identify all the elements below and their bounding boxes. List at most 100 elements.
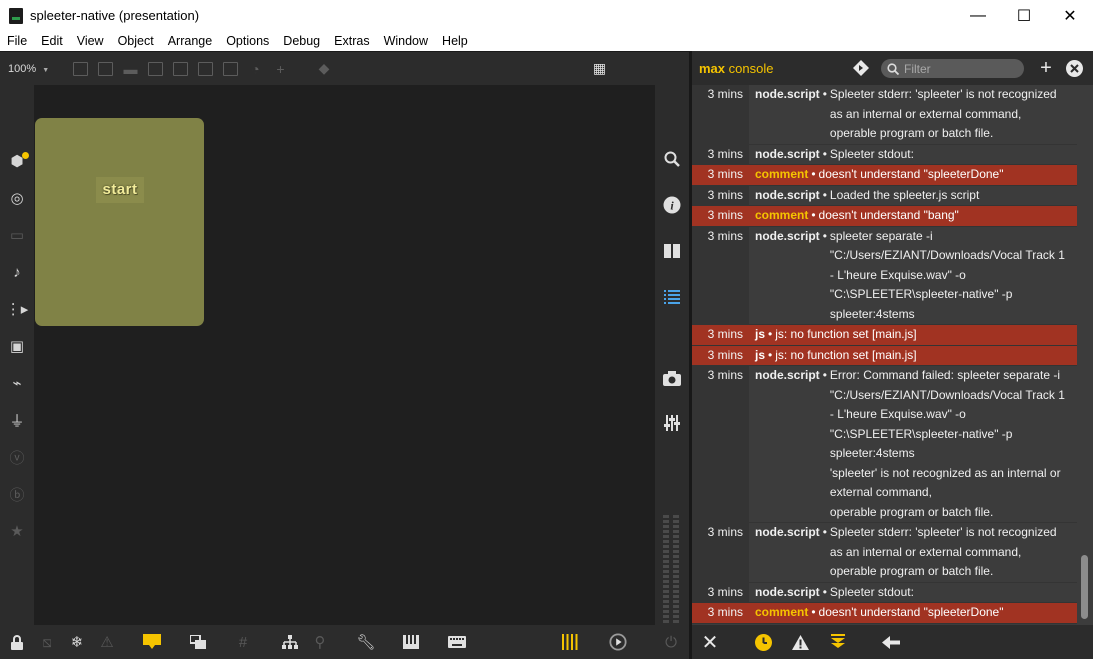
menu-object[interactable]: Object <box>111 34 161 48</box>
filter-input[interactable] <box>904 61 1014 76</box>
patcher-toolbar: 100% ▼ ▬ ◔ + ◆ ▦ <box>0 51 689 85</box>
console-row[interactable]: 3 mins node.script • Loaded the spleeter.js… <box>692 185 1077 206</box>
number-object-icon[interactable] <box>197 60 215 78</box>
close-button[interactable]: ✕ <box>1047 0 1093 31</box>
book-icon[interactable] <box>662 241 682 261</box>
target-icon[interactable]: ◎ <box>8 189 26 207</box>
message-text: js: no function set [main.js] <box>775 347 917 362</box>
message-separator: • <box>811 167 816 181</box>
music-note-icon[interactable]: ♪ <box>8 263 26 281</box>
info-icon[interactable]: i <box>662 195 682 215</box>
start-button[interactable]: start <box>96 177 144 203</box>
power-icon[interactable]: ⏻ <box>662 633 680 651</box>
paperclip-icon[interactable]: ⌁ <box>8 374 26 392</box>
paint-bucket-icon[interactable]: ◆ <box>315 60 333 78</box>
diamond-nav-icon[interactable] <box>852 59 870 77</box>
menu-edit[interactable]: Edit <box>34 34 70 48</box>
presentation-toggle-icon[interactable]: ⧅ <box>38 633 56 651</box>
console-row[interactable]: 3 mins node.script • Spleeter stdout: <box>692 144 1077 165</box>
mixer-bars-icon[interactable] <box>561 633 579 651</box>
console-row[interactable]: 3 mins node.script • Spleeter stderr: 'sple… <box>692 85 1077 145</box>
back-arrow-icon[interactable] <box>882 633 900 651</box>
grid-view-icon[interactable]: ▦ <box>591 60 609 78</box>
mixer-icon[interactable] <box>662 413 682 433</box>
menu-help[interactable]: Help <box>435 34 475 48</box>
console-row[interactable]: 3 mins node.script • Error: Command failed:… <box>692 366 1077 523</box>
menu-options[interactable]: Options <box>219 34 276 48</box>
windows-icon[interactable] <box>189 633 207 651</box>
menu-file[interactable]: File <box>0 34 34 48</box>
maximize-button[interactable]: ☐ <box>1001 0 1047 31</box>
menu-arrange[interactable]: Arrange <box>161 34 219 48</box>
console-error-row[interactable]: 3 mins comment • doesn't understand "bang" <box>692 206 1077 227</box>
message-body: comment • doesn't understand "bang" <box>749 206 1077 226</box>
playlist-icon[interactable]: ⋮▸ <box>6 300 29 318</box>
console-scrollbar-thumb[interactable] <box>1081 555 1088 619</box>
message-object-icon[interactable] <box>97 60 115 78</box>
message-body: node.script • Spleeter stderr: 'spleeter' … <box>749 85 1077 144</box>
transport-play-icon[interactable] <box>609 633 627 651</box>
console-scrollbar[interactable] <box>1078 85 1093 625</box>
console-error-row[interactable]: 3 mins comment • doesn't understand "spleet… <box>692 603 1077 624</box>
add-icon[interactable]: + <box>1037 57 1055 79</box>
image-icon[interactable]: ▣ <box>8 337 26 355</box>
toggle-object-icon[interactable] <box>147 60 165 78</box>
dial-object-icon[interactable]: ◔ <box>247 60 265 78</box>
console-row[interactable]: 3 mins node.script • Spleeter stderr: 'sple… <box>692 523 1077 583</box>
menu-extras[interactable]: Extras <box>327 34 376 48</box>
beap-icon[interactable]: ⓑ <box>8 485 26 504</box>
vizzie-icon[interactable]: ⓥ <box>8 448 26 467</box>
scroll-to-bottom-icon[interactable] <box>829 633 847 651</box>
wrench-icon[interactable]: 🔧︎ <box>356 633 375 651</box>
console-list-icon[interactable] <box>662 287 682 307</box>
camera-icon[interactable] <box>662 368 682 388</box>
message-timestamp: 3 mins <box>692 325 749 345</box>
search-icon <box>886 62 900 76</box>
console-error-row[interactable]: 3 mins comment • doesn't understand "spleet… <box>692 165 1077 186</box>
message-separator: • <box>768 347 773 362</box>
message-timestamp: 3 mins <box>692 185 749 205</box>
comment-object-icon[interactable]: ▬ <box>122 60 140 78</box>
plug-icon[interactable]: ⏚ <box>8 411 26 430</box>
filter-field[interactable] <box>881 59 1024 78</box>
bottom-toolbar: ⧅ ❄ ⚠ # ⚲ 🔧︎ ⏻ <box>0 625 689 659</box>
right-sidebar: i <box>655 85 689 625</box>
panel-object-icon[interactable] <box>72 60 90 78</box>
console-row[interactable]: 3 mins node.script • spleeter separate -i "… <box>692 226 1077 325</box>
debug-probe-icon[interactable]: ⚲ <box>311 633 329 651</box>
menu-window[interactable]: Window <box>377 34 435 48</box>
star-icon[interactable]: ★ <box>8 522 26 540</box>
clear-icon[interactable]: ✕ <box>701 632 719 654</box>
console-row[interactable]: 3 mins node.script • Spleeter stdout: <box>692 582 1077 603</box>
hierarchy-icon[interactable] <box>281 633 299 651</box>
slider-object-icon[interactable] <box>222 60 240 78</box>
message-text: doesn't understand "spleeterDone" <box>818 167 1004 181</box>
zoom-dropdown[interactable]: 100% ▼ <box>8 63 68 75</box>
keyboard-icon[interactable] <box>448 633 466 651</box>
piano-keys-icon[interactable] <box>402 633 420 651</box>
menu-debug[interactable]: Debug <box>276 34 327 48</box>
message-separator: • <box>822 187 827 202</box>
bus-icon[interactable]: ▭ <box>8 226 26 244</box>
message-source: node.script <box>755 368 820 382</box>
warning-filter-icon[interactable] <box>791 633 809 651</box>
menu-bar: File Edit View Object Arrange Options De… <box>0 31 1093 51</box>
clear-console-icon[interactable] <box>1065 59 1083 77</box>
button-object-icon[interactable] <box>172 60 190 78</box>
clock-icon[interactable] <box>754 633 772 651</box>
add-object-icon[interactable]: + <box>272 60 290 78</box>
minimize-button[interactable]: — <box>955 0 1001 31</box>
presentation-mode-icon[interactable] <box>143 633 161 651</box>
message-text: Spleeter stderr: 'spleeter' is not recog… <box>829 87 1057 140</box>
lock-icon[interactable] <box>8 633 26 651</box>
message-text: doesn't understand "spleeterDone" <box>818 605 1004 619</box>
console-message-list[interactable]: 3 mins node.script • Spleeter stderr: 'sple… <box>692 85 1077 625</box>
patcher-canvas[interactable]: start <box>34 85 655 625</box>
grid-icon[interactable]: # <box>234 633 252 651</box>
console-error-row[interactable]: 3 mins js • js: no function set [main.js] <box>692 325 1077 346</box>
warning-icon[interactable]: ⚠ <box>98 633 116 651</box>
console-error-row[interactable]: 3 mins js • js: no function set [main.js] <box>692 345 1077 366</box>
search-icon[interactable] <box>662 149 682 169</box>
freeze-icon[interactable]: ❄ <box>68 633 86 651</box>
menu-view[interactable]: View <box>70 34 111 48</box>
